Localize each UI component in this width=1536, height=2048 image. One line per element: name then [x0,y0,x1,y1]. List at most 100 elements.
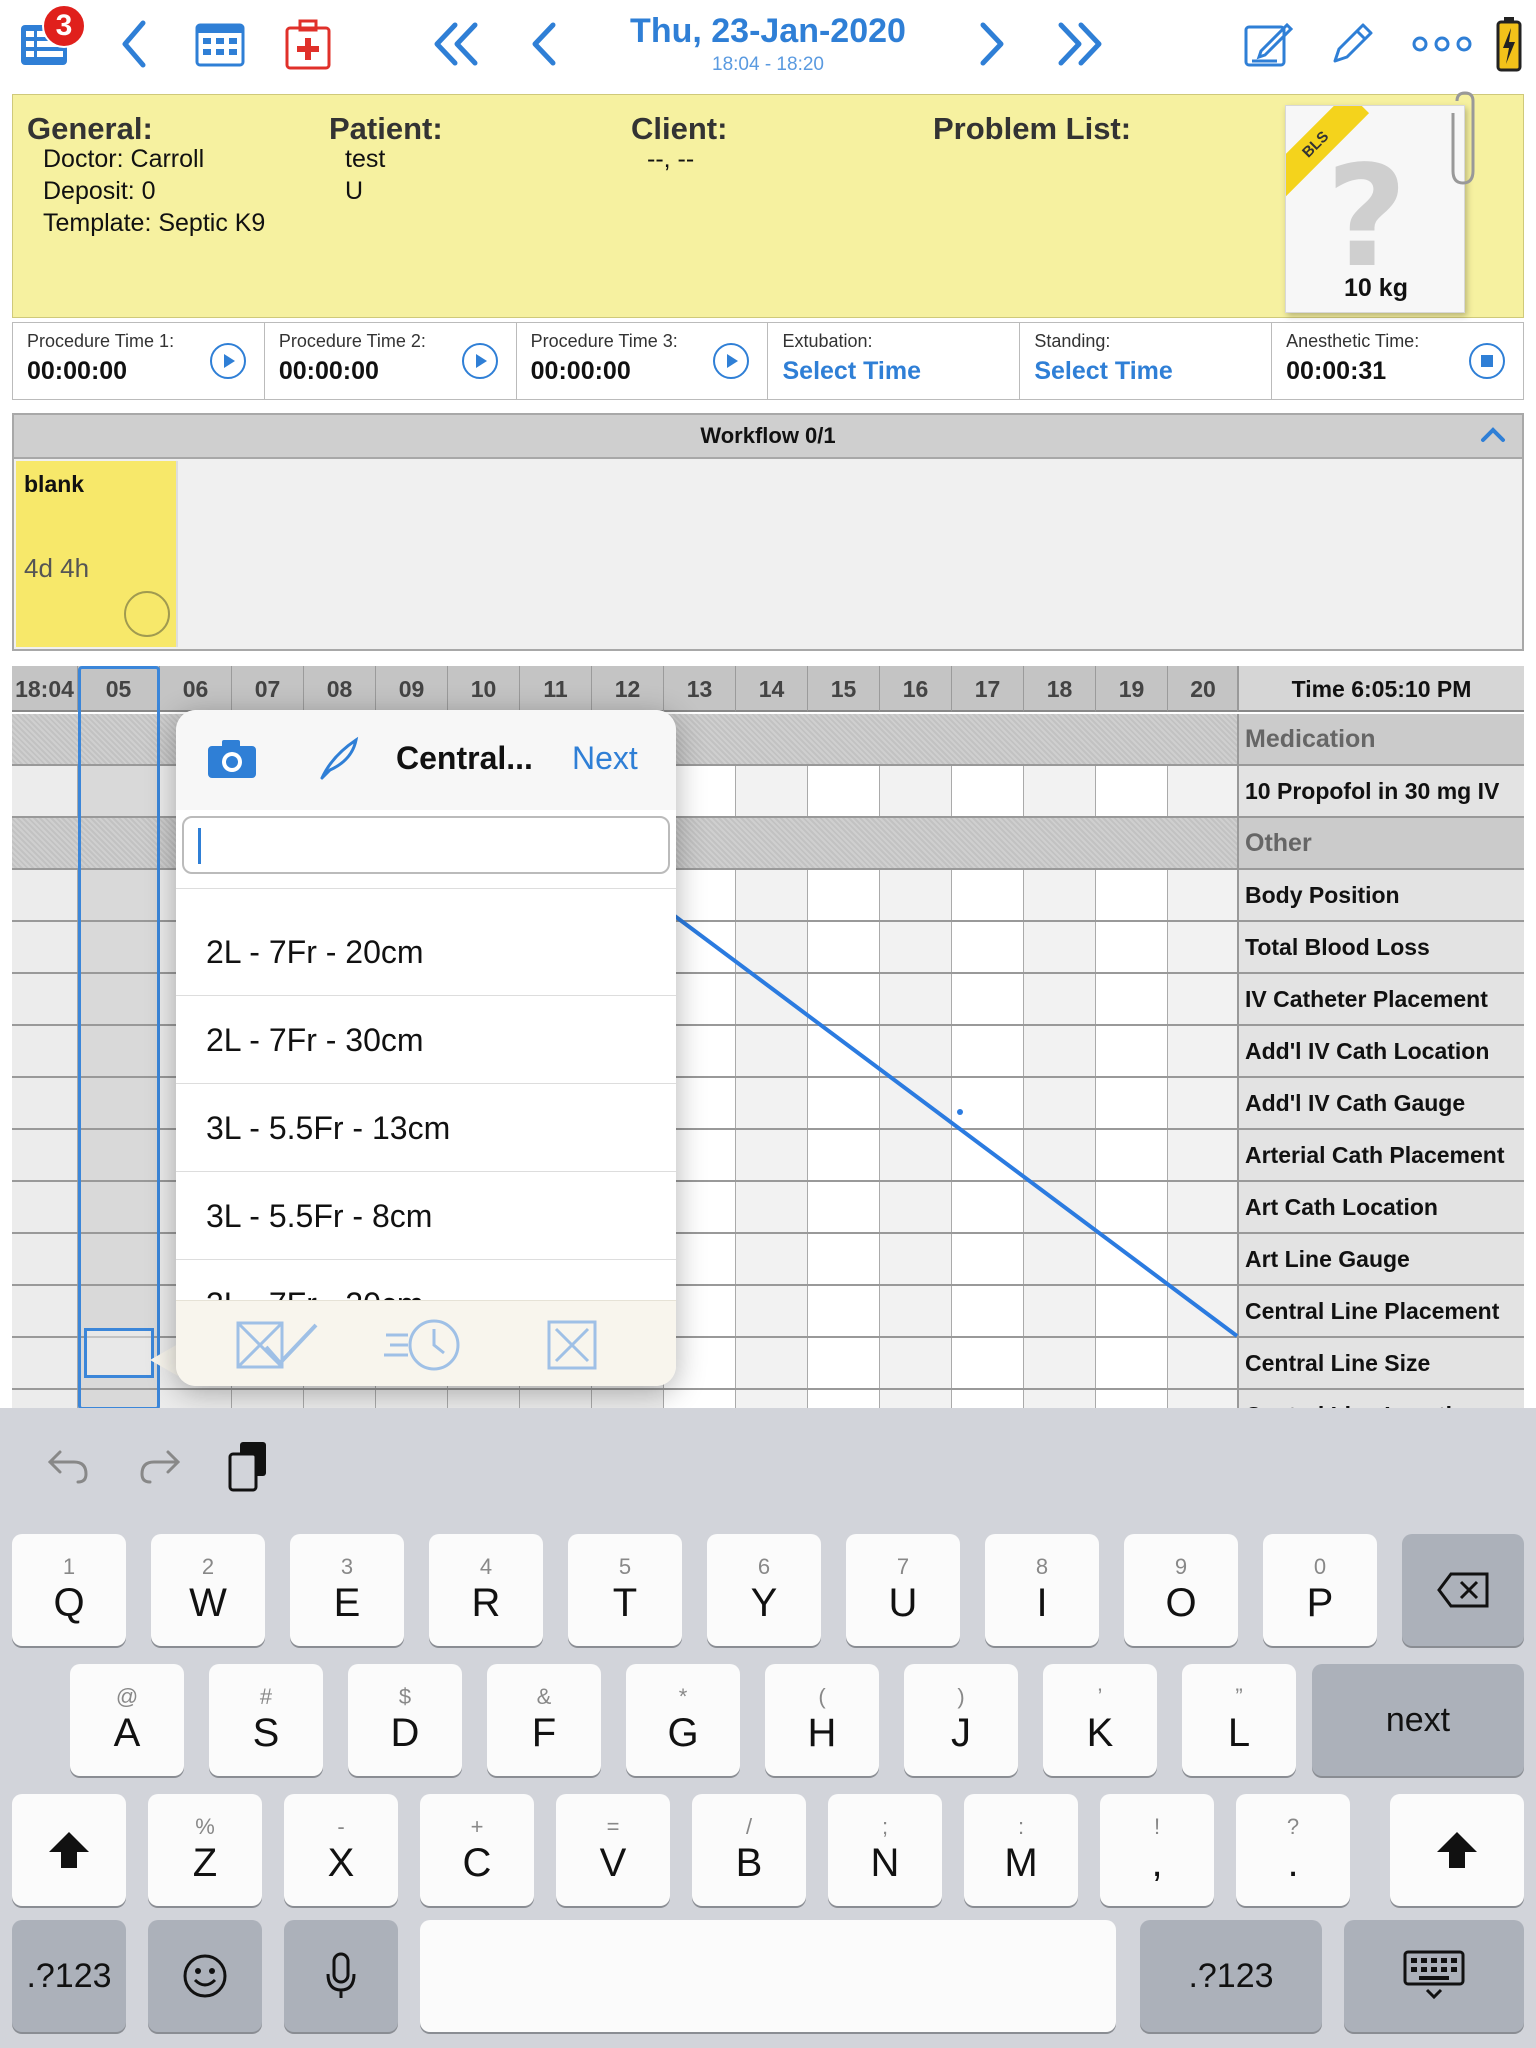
next-button[interactable]: Next [572,740,638,777]
key[interactable]: 6Y [707,1534,821,1646]
confirm-all-icon[interactable] [236,1319,320,1371]
list-item[interactable]: 2L - 7Fr - 20cm [176,908,676,996]
list-item[interactable]: 3L - 5.5Fr - 8cm [176,1172,676,1260]
more-dots-icon[interactable] [1412,14,1472,74]
key[interactable]: (H [765,1664,879,1776]
key-alt-char: 2 [201,1554,215,1579]
procedure-time-2[interactable]: Procedure Time 2: 00:00:00 [265,323,517,399]
key[interactable]: 3E [290,1534,404,1646]
procedure-time-3[interactable]: Procedure Time 3: 00:00:00 [517,323,769,399]
list-item[interactable]: 2L - 7Fr - 30cm [176,996,676,1084]
problem-list-heading: Problem List: [933,111,1132,146]
camera-icon[interactable] [206,738,258,780]
backspace-key[interactable] [1402,1534,1524,1646]
chevron-right-icon[interactable] [962,14,1022,74]
key-alt-char: # [259,1684,273,1709]
patient-photo[interactable]: BLS ? 10 kg [1285,105,1465,313]
signature-feather-icon[interactable] [316,736,360,782]
key[interactable]: 9O [1124,1534,1238,1646]
calendar-grid-icon[interactable] [190,14,250,74]
workflow-card-time: 4d 4h [24,553,90,583]
workflow-header[interactable]: Workflow 0/1 [12,413,1524,459]
key[interactable]: % Z [148,1794,262,1906]
hide-keyboard-key[interactable] [1344,1920,1524,2032]
date-range: 18:04 - 18:20 [712,54,824,75]
edit-note-icon[interactable] [1238,14,1298,74]
play-icon[interactable] [713,343,750,379]
key-alt-char: @ [115,1684,139,1709]
search-input[interactable] [182,816,670,874]
key-alt-char: % [195,1814,215,1839]
key[interactable]: ’ K [1043,1664,1157,1776]
chevron-left-icon[interactable] [514,14,574,74]
list-item[interactable]: 3L - 5.5Fr - 13cm [176,1084,676,1172]
medical-kit-icon[interactable] [278,14,338,74]
key[interactable]: 4R [429,1534,543,1646]
date-title[interactable]: Thu, 23-Jan-2020 [568,12,968,51]
redo-icon[interactable] [138,1442,182,1486]
workflow-area: blank 4d 4h [12,459,1524,651]
dictation-key[interactable] [284,1920,398,2032]
double-chevron-left-icon[interactable] [426,14,486,74]
key-alt-char: 4 [479,1554,493,1579]
select-time-link[interactable]: Select Time [782,357,921,386]
timer-label: Standing: [1034,331,1111,351]
numbers-key[interactable]: .?123 [12,1920,126,2032]
undo-icon[interactable] [46,1442,90,1486]
key[interactable]: 5T [568,1534,682,1646]
next-key[interactable]: next [1312,1664,1524,1776]
key[interactable]: & F [487,1664,601,1776]
key[interactable]: / B [692,1794,806,1906]
key[interactable]: ) J [904,1664,1018,1776]
key-char: Z [192,1841,218,1885]
key[interactable]: @ A [70,1664,184,1776]
key[interactable]: 0P [1263,1534,1377,1646]
anesthetic-time[interactable]: Anesthetic Time: 00:00:31 [1272,323,1523,399]
emoji-key[interactable] [148,1920,262,2032]
key[interactable]: -X [284,1794,398,1906]
play-icon[interactable] [461,343,498,379]
key[interactable]: :M [964,1794,1078,1906]
key[interactable]: + C [420,1794,534,1906]
key[interactable]: $ D [348,1664,462,1776]
workflow-card[interactable]: blank 4d 4h [16,461,178,647]
key[interactable]: ; N [828,1794,942,1906]
double-chevron-right-icon[interactable] [1050,14,1110,74]
key[interactable]: 8I [985,1534,1099,1646]
key[interactable]: * G [626,1664,740,1776]
stop-icon[interactable] [1468,343,1505,379]
key[interactable]: !, [1100,1794,1214,1906]
key[interactable]: ” L [1182,1664,1296,1776]
key[interactable]: # S [209,1664,323,1776]
time-history-icon[interactable] [382,1315,468,1375]
patient-sex: U [345,177,364,205]
shift-key[interactable] [1390,1794,1524,1906]
key[interactable]: = V [556,1794,670,1906]
extubation-time[interactable]: Extubation: Select Time [768,323,1021,399]
pencil-icon[interactable] [1322,14,1382,74]
key[interactable]: 7U [846,1534,960,1646]
key[interactable]: 2W [151,1534,265,1646]
key[interactable]: 1Q [12,1534,126,1646]
procedure-time-1[interactable]: Procedure Time 1: 00:00:00 [13,323,265,399]
key-alt-char: 8 [1035,1554,1049,1579]
key-char: H [807,1711,837,1755]
play-icon[interactable] [209,343,246,379]
paste-clipboard-icon[interactable] [226,1440,270,1492]
key-alt-char: ” [1235,1684,1243,1709]
key-char: A [113,1711,141,1755]
workflow-complete-circle-icon[interactable] [124,591,170,637]
key-alt-char: ; [881,1814,889,1839]
select-time-link[interactable]: Select Time [1034,357,1173,386]
back-chevron-icon[interactable] [104,14,164,74]
top-toolbar: 3 Thu, 23-Jan-2020 18:04 - 18:20 [0,0,1536,90]
numbers-key[interactable]: .?123 [1140,1920,1322,2032]
workflow-card-name: blank [24,471,85,497]
key[interactable]: ?. [1236,1794,1350,1906]
key-alt-char: 6 [757,1554,771,1579]
standing-time[interactable]: Standing: Select Time [1020,323,1273,399]
chevron-up-icon[interactable] [1480,425,1506,443]
shift-key[interactable] [12,1794,126,1906]
clear-icon[interactable] [546,1319,598,1371]
space-key[interactable] [420,1920,1116,2032]
